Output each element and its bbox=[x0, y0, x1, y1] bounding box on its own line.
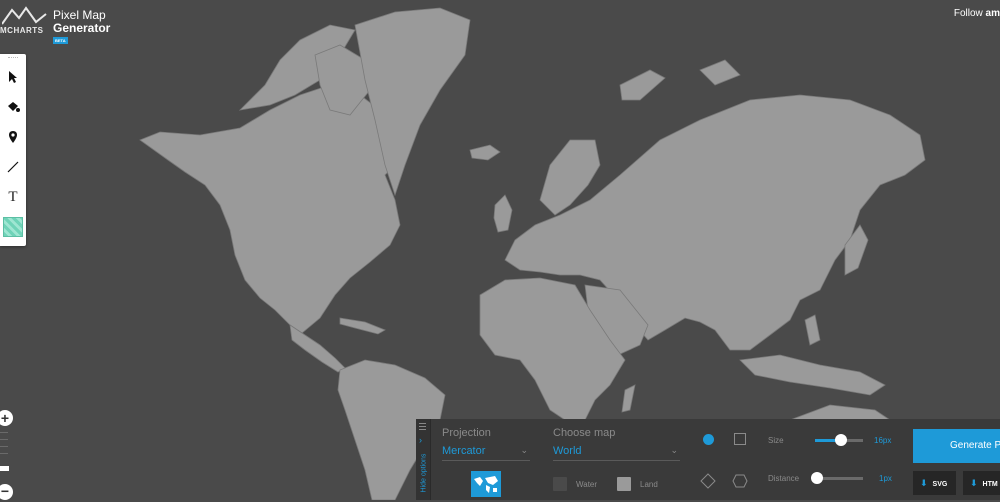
app-title-line2: Generator bbox=[53, 21, 111, 35]
projection-thumbnail[interactable] bbox=[471, 471, 501, 497]
follow-name: am bbox=[985, 8, 1000, 19]
diamond-shape-icon bbox=[700, 473, 716, 489]
shape-hexagon-option[interactable] bbox=[726, 468, 754, 494]
follow-link[interactable]: Follow am bbox=[954, 8, 1000, 19]
shape-square-option[interactable] bbox=[726, 426, 754, 452]
landmass-caribbean[interactable] bbox=[339, 317, 386, 335]
toolbar-grip[interactable] bbox=[0, 54, 26, 62]
landmass-novaya-zemlya[interactable] bbox=[619, 69, 666, 101]
chevron-right-icon: › bbox=[419, 435, 422, 445]
download-icon: ⬇ bbox=[920, 478, 928, 488]
paint-bucket-icon bbox=[8, 102, 20, 112]
distance-label: Distance bbox=[768, 474, 800, 483]
landmass-uk[interactable] bbox=[493, 194, 513, 233]
download-svg-button[interactable]: ⬇ SVG bbox=[913, 471, 956, 495]
distance-value: 1px bbox=[879, 474, 892, 483]
shape-circle-option[interactable] bbox=[694, 426, 722, 452]
amcharts-logo-icon bbox=[2, 6, 47, 25]
app-title: Pixel Map Generator bbox=[53, 9, 110, 35]
world-thumbnail-icon bbox=[474, 476, 498, 493]
circle-shape-icon bbox=[702, 433, 714, 445]
html-label: HTM bbox=[982, 481, 998, 488]
map-pin-icon bbox=[9, 131, 17, 143]
map-value: World bbox=[553, 445, 582, 457]
drawing-toolbar: T bbox=[0, 54, 26, 246]
zoom-handle[interactable] bbox=[0, 466, 9, 471]
landmass-north-america[interactable] bbox=[139, 84, 401, 334]
download-icon: ⬇ bbox=[970, 478, 978, 488]
svg-label: SVG bbox=[932, 481, 948, 488]
cursor-arrow-icon bbox=[9, 71, 17, 83]
water-label: Water bbox=[576, 480, 598, 489]
app-logo[interactable]: MCHARTS Pixel Map Generator BETA bbox=[0, 4, 120, 44]
color-swatch-icon bbox=[3, 217, 23, 237]
map-select[interactable]: World ⌄ bbox=[553, 445, 680, 461]
landmass-iceland[interactable] bbox=[469, 144, 501, 161]
land-label: Land bbox=[640, 480, 658, 489]
hide-options-tab[interactable]: › Hide options bbox=[416, 419, 431, 500]
land-color-swatch[interactable] bbox=[617, 477, 631, 491]
size-label: Size bbox=[768, 436, 784, 445]
landmass-central-america[interactable] bbox=[289, 324, 346, 373]
projection-label: Projection bbox=[442, 427, 491, 439]
beta-badge: BETA bbox=[53, 37, 68, 44]
follow-prefix: Follow bbox=[953, 8, 983, 19]
chevron-down-icon: ⌄ bbox=[670, 445, 678, 455]
square-shape-icon bbox=[734, 433, 746, 445]
download-html-button[interactable]: ⬇ HTM bbox=[963, 471, 1000, 495]
landmass-philippines[interactable] bbox=[804, 314, 821, 346]
text-icon: T bbox=[8, 188, 18, 205]
fill-tool[interactable] bbox=[0, 92, 26, 122]
line-icon bbox=[7, 161, 19, 173]
projection-value: Mercator bbox=[442, 445, 486, 457]
landmass-indonesia[interactable] bbox=[739, 354, 886, 396]
color-tool[interactable] bbox=[0, 212, 26, 242]
hide-options-label: Hide options bbox=[420, 453, 428, 493]
landmass-madagascar[interactable] bbox=[621, 384, 636, 413]
water-color-swatch[interactable] bbox=[553, 477, 567, 491]
generate-button[interactable]: Generate P bbox=[913, 429, 1000, 463]
line-tool[interactable] bbox=[0, 152, 26, 182]
landmass-severnaya[interactable] bbox=[699, 59, 741, 86]
brand-name: MCHARTS bbox=[0, 26, 44, 35]
size-value: 16px bbox=[874, 436, 892, 445]
menu-icon bbox=[419, 423, 426, 432]
marker-tool[interactable] bbox=[0, 122, 26, 152]
shape-diamond-option[interactable] bbox=[694, 468, 722, 494]
zoom-track[interactable] bbox=[0, 432, 8, 460]
select-tool[interactable] bbox=[0, 62, 26, 92]
choose-map-label: Choose map bbox=[553, 427, 616, 439]
text-tool[interactable]: T bbox=[0, 182, 26, 212]
hexagon-shape-icon bbox=[732, 474, 748, 488]
chevron-down-icon: ⌄ bbox=[520, 445, 528, 455]
projection-select[interactable]: Mercator ⌄ bbox=[442, 445, 530, 461]
